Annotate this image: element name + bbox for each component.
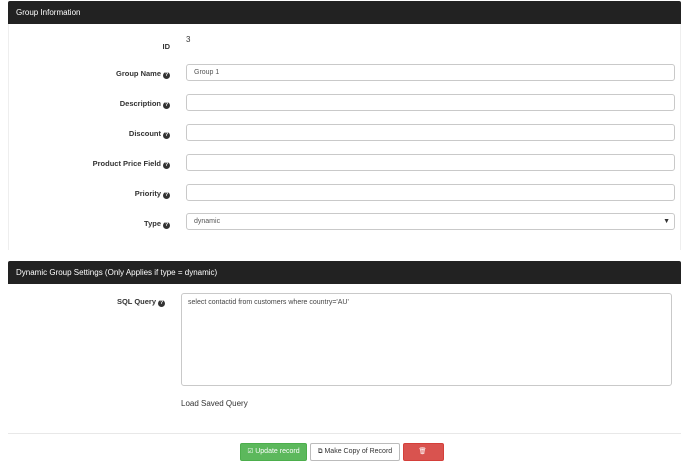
- help-icon[interactable]: ?: [163, 102, 170, 109]
- description-label-text: Description: [119, 99, 161, 108]
- make-copy-label: Make Copy of Record: [324, 448, 393, 455]
- id-label: ID: [0, 42, 171, 51]
- type-select-value: dynamic: [194, 218, 221, 225]
- check-square-icon: ☑: [247, 448, 254, 455]
- discount-input[interactable]: [186, 124, 675, 141]
- caret-down-icon: ▼: [663, 218, 670, 225]
- sql-query-label: SQL Query?: [0, 297, 165, 307]
- priority-label-text: Priority: [134, 189, 161, 198]
- type-label: Type?: [0, 219, 170, 229]
- group-info-title: Group Information: [16, 8, 81, 17]
- sql-query-textarea[interactable]: select contactid from customers where co…: [181, 293, 672, 386]
- product-price-field-label: Product Price Field?: [0, 159, 170, 169]
- group-name-input[interactable]: [186, 64, 675, 81]
- group-info-header: Group Information: [8, 1, 681, 24]
- group-name-label: Group Name?: [0, 69, 170, 79]
- update-record-label: Update record: [255, 448, 300, 455]
- product-price-field-label-text: Product Price Field: [92, 159, 161, 168]
- id-value: 3: [186, 35, 191, 44]
- help-icon[interactable]: ?: [158, 300, 165, 307]
- discount-label-text: Discount: [128, 129, 161, 138]
- type-label-text: Type: [144, 219, 161, 228]
- delete-button[interactable]: 🗑 Delete: [403, 443, 444, 471]
- dynamic-settings-title: Dynamic Group Settings (Only Applies if …: [16, 268, 218, 277]
- delete-label: Delete: [413, 464, 434, 471]
- help-icon[interactable]: ?: [163, 192, 170, 199]
- help-icon[interactable]: ?: [163, 162, 170, 169]
- description-label: Description?: [0, 99, 170, 109]
- help-icon[interactable]: ?: [163, 222, 170, 229]
- footer-divider: [8, 433, 681, 434]
- discount-label: Discount?: [0, 129, 170, 139]
- help-icon[interactable]: ?: [163, 132, 170, 139]
- load-saved-query-link[interactable]: Load Saved Query: [181, 399, 248, 408]
- priority-input[interactable]: [186, 184, 675, 201]
- product-price-field-input[interactable]: [186, 154, 675, 171]
- id-label-text: ID: [162, 42, 171, 51]
- copy-icon: ⧉: [317, 448, 323, 455]
- dynamic-settings-header: Dynamic Group Settings (Only Applies if …: [8, 261, 681, 284]
- update-record-button[interactable]: ☑ Update record: [240, 443, 307, 461]
- description-input[interactable]: [186, 94, 675, 111]
- type-select[interactable]: dynamic ▼: [186, 213, 675, 230]
- make-copy-button[interactable]: ⧉ Make Copy of Record: [310, 443, 400, 461]
- sql-query-label-text: SQL Query: [116, 297, 156, 306]
- trash-icon: 🗑: [418, 448, 427, 455]
- help-icon[interactable]: ?: [163, 72, 170, 79]
- priority-label: Priority?: [0, 189, 170, 199]
- group-name-label-text: Group Name: [115, 69, 161, 78]
